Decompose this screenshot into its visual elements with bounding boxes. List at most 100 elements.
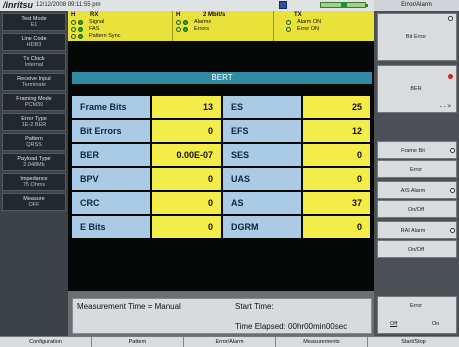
menu-payload-type-value: 2.048Mb: [23, 162, 45, 168]
save-icon[interactable]: [279, 1, 287, 9]
errors-hist-led: [176, 26, 181, 32]
menu-tx-clock[interactable]: Tx Clock Internal: [2, 53, 66, 71]
ais-alarm-label: AIS Alarm: [400, 188, 426, 194]
anritsu-logo: /inritsu: [3, 0, 34, 10]
rx-head-h: H: [71, 12, 76, 18]
bert-value-e-bits: 0: [152, 216, 221, 238]
start-time-label: Start Time:: [235, 302, 274, 311]
bert-value-as: 37: [303, 192, 370, 214]
errors-row: Errors: [176, 26, 209, 33]
menu-line-code[interactable]: Line Code HDB3: [2, 33, 66, 51]
bert-label-e-bits: E Bits: [72, 216, 150, 238]
alarms-hist-led: [176, 19, 181, 25]
menu-pattern[interactable]: Pattern QRSS: [2, 133, 66, 151]
tx-error-label: Error ON: [297, 26, 319, 32]
error-off-option[interactable]: Off: [390, 321, 397, 327]
rx-fas-label: FAS: [89, 26, 100, 32]
rx-title: RX: [90, 12, 99, 18]
ais-onoff-label: On/Off: [407, 207, 425, 213]
tx-error-led: [286, 26, 291, 32]
menu-line-code-value: HDB3: [26, 42, 42, 48]
rx-pattern-led: [78, 33, 83, 39]
menu-framing-mode[interactable]: Framing Mode PCM30: [2, 93, 66, 111]
error-label: Error: [409, 167, 423, 173]
ber-button[interactable]: BER - - >: [377, 65, 457, 113]
rx-signal-led: [78, 19, 83, 25]
bert-value-frame-bits: 13: [152, 96, 221, 118]
bert-label-dgrm: DGRM: [223, 216, 301, 238]
time-elapsed: Time Elapsed: 00hr00min00sec: [235, 322, 348, 331]
menu-pattern-value: QRSS: [26, 142, 42, 148]
bert-label-as: AS: [223, 192, 301, 214]
bert-label-crc: CRC: [72, 192, 150, 214]
bert-value-ses: 0: [303, 144, 370, 166]
bert-title: BERT: [72, 72, 372, 84]
more-arrow-icon: - - >: [440, 104, 451, 110]
bert-label-bit-errors: Bit Errors: [72, 120, 150, 142]
errors-led: [183, 26, 188, 32]
bert-value-ber: 0.00E-07: [152, 144, 221, 166]
alarms-row: Alarms: [176, 19, 211, 26]
error-button[interactable]: Error: [377, 160, 457, 178]
bert-table: Frame Bits 13 ES 25 Bit Errors 0 EFS 12 …: [72, 96, 370, 266]
bert-label-ses: SES: [223, 144, 301, 166]
menu-measure-value: OFF: [28, 202, 40, 208]
bert-value-es: 25: [303, 96, 370, 118]
bottom-tab-bar: Configuration Pattern Error/Alarm Measur…: [0, 336, 459, 347]
tx-alarm-row: Alarm ON: [286, 19, 321, 26]
rx-pattern-hist-led: [71, 33, 76, 39]
alarms-label: Alarms: [194, 19, 212, 25]
ais-onoff-button[interactable]: On/Off: [377, 200, 457, 218]
bert-label-efs: EFS: [223, 120, 301, 142]
ber-selected-icon: [448, 74, 453, 79]
bert-label-es: ES: [223, 96, 301, 118]
alarms-status: H 2 Mbit/s Alarms Errors: [173, 11, 273, 41]
bert-value-efs: 12: [303, 120, 370, 142]
rx-signal-row: Signal: [71, 19, 104, 26]
frame-bit-label: Frame Bit: [401, 148, 425, 154]
bert-value-bpv: 0: [152, 168, 221, 190]
rx-fas-led: [78, 26, 83, 32]
bit-error-button[interactable]: Bit Error: [377, 13, 457, 61]
menu-test-mode[interactable]: Test Mode E1: [2, 13, 66, 31]
menu-impedance-value: 75 Ohms: [22, 182, 46, 188]
rai-alarm-label: RAI Alarm: [400, 228, 426, 234]
menu-tx-clock-value: Internal: [24, 62, 44, 68]
rai-alarm-button[interactable]: RAI Alarm: [377, 221, 457, 239]
measurement-info: Measurement Time = Manual Start Time: Ti…: [72, 298, 372, 334]
battery-icon: [320, 2, 366, 8]
bert-value-uas: 0: [303, 168, 370, 190]
bert-label-ber: BER: [72, 144, 150, 166]
frame-bit-button[interactable]: Frame Bit: [377, 141, 457, 159]
menu-title: Error/Alarm: [374, 0, 459, 11]
ber-label: BER: [410, 86, 422, 92]
alarms-title: 2 Mbit/s: [203, 12, 226, 18]
menu-framing-mode-value: PCM30: [24, 102, 44, 108]
error-on-option[interactable]: On: [432, 321, 439, 327]
right-softkeys: Bit Error BER - - > Frame Bit Error AIS …: [374, 11, 459, 336]
errors-label: Errors: [194, 26, 209, 32]
menu-receive-input[interactable]: Receive Input Terminate: [2, 73, 66, 91]
rx-pattern-sync-label: Pattern Sync: [89, 33, 121, 39]
menu-impedance[interactable]: Impedance 75 Ohms: [2, 173, 66, 191]
rai-onoff-button[interactable]: On/Off: [377, 240, 457, 258]
left-menu: Test Mode E1 Line Code HDB3 Tx Clock Int…: [0, 11, 68, 336]
rx-pattern-sync-row: Pattern Sync: [71, 33, 121, 40]
tx-title: TX: [294, 12, 302, 18]
menu-test-mode-value: E1: [30, 22, 38, 28]
bert-value-crc: 0: [152, 192, 221, 214]
rai-alarm-radio-icon: [450, 228, 455, 233]
rx-signal-label: Signal: [89, 19, 105, 25]
tx-error-row: Error ON: [286, 26, 319, 33]
menu-error-type-value: 1E-2 BER: [21, 122, 47, 128]
date-time: 12/12/2008 09:11:55 pm: [36, 2, 101, 8]
rx-status: H RX Signal FAS Pattern Sync: [68, 11, 172, 41]
measurement-time-mode: Measurement Time = Manual: [77, 302, 181, 311]
ais-alarm-button[interactable]: AIS Alarm: [377, 181, 457, 199]
menu-measure[interactable]: Measure OFF: [2, 193, 66, 211]
error-toggle-label: Error: [409, 303, 423, 309]
menu-error-type[interactable]: Error Type 1E-2 BER: [2, 113, 66, 131]
error-toggle-button[interactable]: Error Off On: [377, 296, 457, 334]
menu-payload-type[interactable]: Payload Type 2.048Mb: [2, 153, 66, 171]
rai-onoff-label: On/Off: [407, 247, 425, 253]
